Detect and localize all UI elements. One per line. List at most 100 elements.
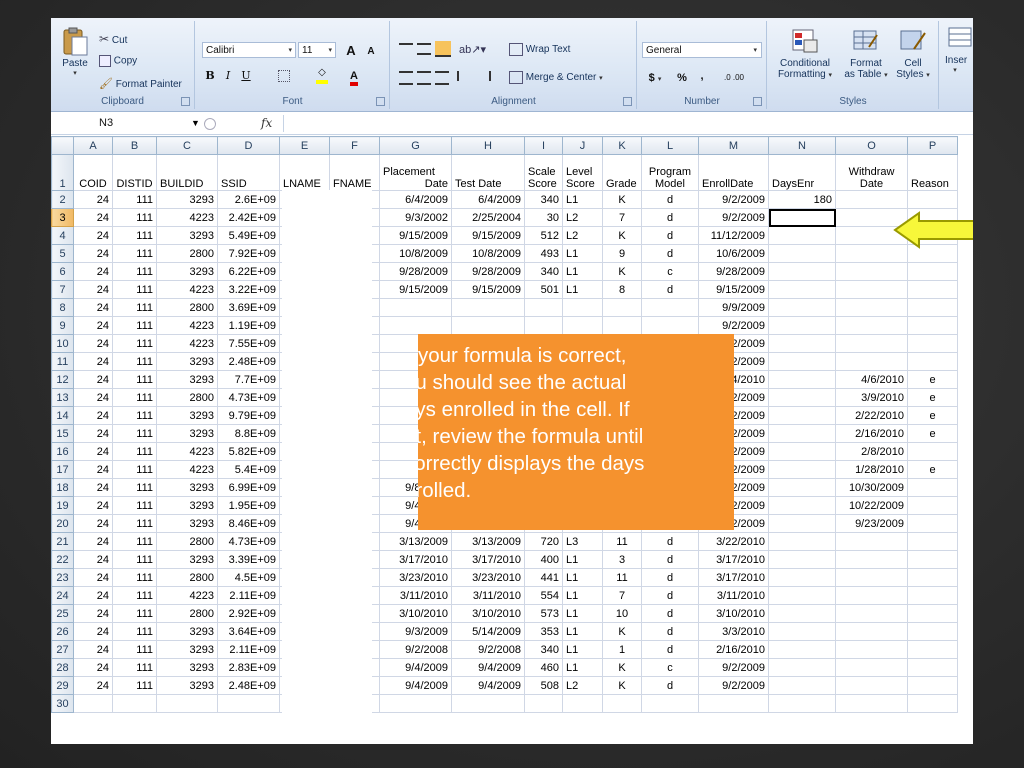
cell-i[interactable]: 493: [524, 244, 563, 263]
cell-b[interactable]: 111: [112, 532, 157, 551]
cell-c[interactable]: 2800: [156, 604, 218, 623]
cell-l[interactable]: d: [641, 568, 699, 587]
cell-b[interactable]: 111: [112, 298, 157, 317]
cell-a[interactable]: 24: [73, 334, 113, 353]
cell-k[interactable]: 7: [602, 586, 642, 605]
decimal-buttons[interactable]: .0 .00: [714, 69, 754, 87]
cell-n[interactable]: 180: [768, 190, 836, 209]
cell-o[interactable]: [835, 334, 908, 353]
cell-n[interactable]: [768, 298, 836, 317]
cell-l[interactable]: d: [641, 190, 699, 209]
cell-b[interactable]: 111: [112, 586, 157, 605]
cell-c[interactable]: 3293: [156, 478, 218, 497]
cell-i[interactable]: 573: [524, 604, 563, 623]
cell-d[interactable]: 6.22E+09: [217, 262, 280, 281]
cell-k[interactable]: 8: [602, 280, 642, 299]
cell-g[interactable]: [379, 316, 452, 335]
column-header-c[interactable]: C: [156, 136, 218, 155]
cell-l[interactable]: c: [641, 262, 699, 281]
cell-j[interactable]: L1: [562, 262, 603, 281]
cell-d[interactable]: 6.99E+09: [217, 478, 280, 497]
cell-n[interactable]: [768, 640, 836, 659]
cell-c[interactable]: 2800: [156, 244, 218, 263]
cell-d[interactable]: 2.48E+09: [217, 676, 280, 695]
cell-d[interactable]: 7.7E+09: [217, 370, 280, 389]
cell-k[interactable]: K: [602, 658, 642, 677]
cell-a[interactable]: 24: [73, 478, 113, 497]
cell-o[interactable]: [835, 190, 908, 209]
cell-l[interactable]: d: [641, 208, 699, 227]
cell-p[interactable]: [907, 298, 958, 317]
font-color-button[interactable]: A: [342, 67, 366, 86]
cell-c[interactable]: 3293: [156, 370, 218, 389]
cell-o[interactable]: 4/6/2010: [835, 370, 908, 389]
cell-p[interactable]: [907, 478, 958, 497]
cell-d[interactable]: 2.11E+09: [217, 640, 280, 659]
cell-h[interactable]: 9/4/2009: [451, 658, 525, 677]
row-header[interactable]: 4: [51, 226, 74, 245]
cell-d[interactable]: 5.82E+09: [217, 442, 280, 461]
conditional-formatting-button[interactable]: Conditional Formatting ▾: [772, 27, 838, 81]
cell-d[interactable]: 2.11E+09: [217, 586, 280, 605]
cell-c[interactable]: 2800: [156, 298, 218, 317]
cell-c[interactable]: 4223: [156, 460, 218, 479]
cell-g[interactable]: 9/4/2009: [379, 676, 452, 695]
cell-c[interactable]: 3293: [156, 676, 218, 695]
column-header-a[interactable]: A: [73, 136, 113, 155]
cell-p[interactable]: e: [907, 406, 958, 425]
insert-button[interactable]: Inser ▾: [945, 24, 973, 74]
number-format-combo[interactable]: General ▾: [642, 42, 762, 58]
cell-i[interactable]: 508: [524, 676, 563, 695]
row-header[interactable]: 28: [51, 658, 74, 677]
column-header-p[interactable]: P: [907, 136, 958, 155]
cell-p[interactable]: [907, 604, 958, 623]
cell-n[interactable]: [768, 694, 836, 713]
cell-l[interactable]: d: [641, 550, 699, 569]
cell-p[interactable]: [907, 532, 958, 551]
cell-l[interactable]: [641, 298, 699, 317]
cell-n[interactable]: [768, 424, 836, 443]
cell-c[interactable]: 3293: [156, 352, 218, 371]
middle-align-icon[interactable]: [417, 43, 431, 55]
cell-p[interactable]: [907, 640, 958, 659]
cell-l[interactable]: d: [641, 604, 699, 623]
column-header-o[interactable]: O: [835, 136, 908, 155]
cell-o[interactable]: [835, 658, 908, 677]
cell-j[interactable]: L2: [562, 208, 603, 227]
cell-o[interactable]: 2/8/2010: [835, 442, 908, 461]
grow-font-button[interactable]: A: [342, 42, 360, 60]
cell-c[interactable]: 3293: [156, 496, 218, 515]
cell-m[interactable]: 3/11/2010: [698, 586, 769, 605]
cell-k[interactable]: 10: [602, 604, 642, 623]
row-header[interactable]: 14: [51, 406, 74, 425]
cell-j[interactable]: L3: [562, 532, 603, 551]
cell-k[interactable]: [602, 694, 642, 713]
column-header-g[interactable]: G: [379, 136, 452, 155]
cell-c[interactable]: 4223: [156, 208, 218, 227]
cell-d[interactable]: 1.95E+09: [217, 496, 280, 515]
cell-p[interactable]: [907, 622, 958, 641]
header-cell-test-date[interactable]: Test Date: [451, 154, 525, 191]
clipboard-launcher-icon[interactable]: [181, 97, 190, 106]
cell-c[interactable]: 3293: [156, 640, 218, 659]
cell-a[interactable]: [73, 694, 113, 713]
number-launcher-icon[interactable]: [753, 97, 762, 106]
cell-b[interactable]: 111: [112, 388, 157, 407]
cell-n[interactable]: [768, 478, 836, 497]
cell-n[interactable]: [768, 532, 836, 551]
column-header-j[interactable]: J: [562, 136, 603, 155]
cell-j[interactable]: L1: [562, 640, 603, 659]
row-header[interactable]: 8: [51, 298, 74, 317]
cell-d[interactable]: 4.73E+09: [217, 388, 280, 407]
cell-a[interactable]: 24: [73, 316, 113, 335]
header-cell-level-score[interactable]: Level Score: [562, 154, 603, 191]
top-align-icon[interactable]: [399, 43, 413, 57]
cell-h[interactable]: 9/4/2009: [451, 676, 525, 695]
cell-b[interactable]: 111: [112, 496, 157, 515]
cell-k[interactable]: [602, 298, 642, 317]
cell-p[interactable]: [907, 496, 958, 515]
cell-p[interactable]: [907, 280, 958, 299]
cell-h[interactable]: 3/17/2010: [451, 550, 525, 569]
header-cell-coid[interactable]: COID: [73, 154, 113, 191]
cell-m[interactable]: 3/17/2010: [698, 550, 769, 569]
